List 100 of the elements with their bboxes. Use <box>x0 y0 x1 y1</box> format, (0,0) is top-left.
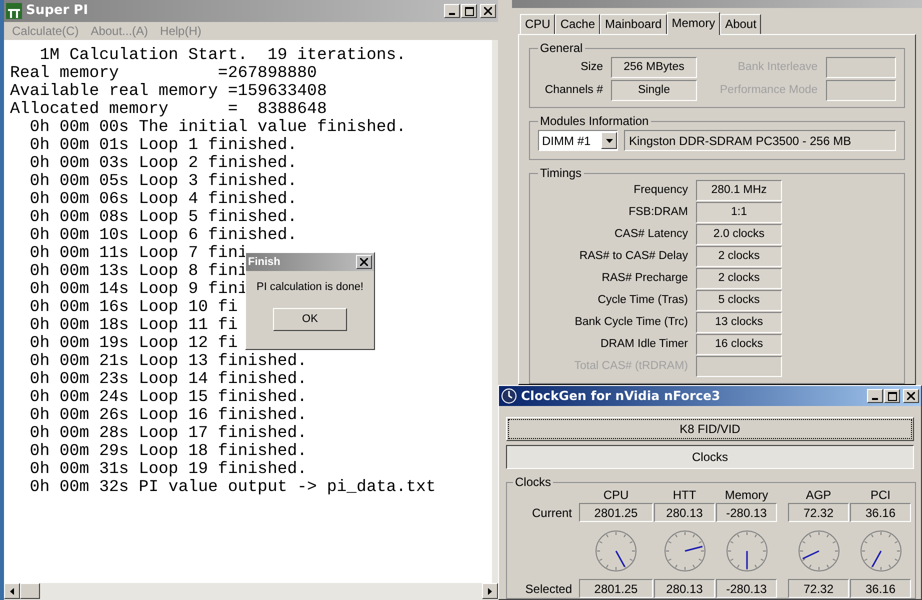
row-label: Selected <box>524 580 573 598</box>
scroll-thumb[interactable] <box>20 583 40 599</box>
horizontal-scrollbar[interactable] <box>4 583 498 600</box>
current-value: -280.13 <box>716 503 777 522</box>
value-field <box>826 57 896 78</box>
output-line: Allocated memory = 8388648 <box>10 100 327 118</box>
output-line: 0h 00m 23s Loop 14 finished. <box>28 370 308 388</box>
panel-button[interactable]: Clocks <box>506 445 914 469</box>
value-field <box>826 80 896 101</box>
output-line: 0h 00m 08s Loop 5 finished. <box>28 208 298 226</box>
slot-dropdown[interactable]: DIMM #1 <box>538 130 618 151</box>
current-value: 280.13 <box>654 503 715 522</box>
output-line: Available real memory =159633408 <box>10 82 327 100</box>
group-title: General <box>539 40 584 57</box>
selected-value: -280.13 <box>716 579 777 598</box>
close-icon <box>360 258 368 266</box>
field-label: DRAM Idle Timer <box>599 336 688 352</box>
selected-value: 280.13 <box>654 579 715 598</box>
group-title: Modules Information <box>539 113 650 130</box>
dial-drawing <box>662 528 706 572</box>
output-line: 0h 00m 00s The initial value finished. <box>28 118 406 136</box>
panel-button[interactable]: K8 FID/VID <box>506 417 914 441</box>
current-value: 36.16 <box>850 503 911 522</box>
maximize-button[interactable] <box>884 389 900 403</box>
selected-value: 2801.25 <box>579 579 653 598</box>
value-field: 16 clocks <box>696 334 782 355</box>
value-field: 1:1 <box>696 202 782 223</box>
tab[interactable]: CPU <box>520 14 556 34</box>
ok-button[interactable]: OK <box>273 308 347 330</box>
column-header: HTT <box>672 487 696 503</box>
column-header: Memory <box>724 487 768 503</box>
maximize-button[interactable] <box>461 4 477 18</box>
close-icon <box>907 392 915 400</box>
module-description: Kingston DDR-SDRAM PC3500 - 256 MB <box>624 130 896 151</box>
tab[interactable]: Mainboard <box>600 14 667 34</box>
column-header: PCI <box>870 487 890 503</box>
output-line: 0h 00m 11s Loop 7 fini <box>28 244 248 262</box>
output-line: 0h 00m 21s Loop 13 finished. <box>28 352 308 370</box>
minimize-button[interactable] <box>867 389 883 403</box>
value-field: 256 MBytes <box>611 57 697 78</box>
close-icon <box>484 7 492 15</box>
dial-drawing <box>858 528 902 572</box>
dialog-title: Finish <box>248 254 280 270</box>
output-line: 0h 00m 01s Loop 1 finished. <box>28 136 298 154</box>
output-line: 0h 00m 32s PI value output -> pi_data.txt <box>28 478 436 496</box>
output-line: 0h 00m 29s Loop 18 finished. <box>28 442 308 460</box>
output-line: 0h 00m 31s Loop 19 finished. <box>28 460 308 478</box>
window-title: ClockGen for nVidia nForce3 <box>521 386 720 405</box>
dialog-close-button[interactable] <box>356 255 372 269</box>
value-field: 280.1 MHz <box>696 180 782 201</box>
output-line: 0h 00m 16s Loop 10 fi <box>28 298 238 316</box>
maximize-icon <box>464 6 474 16</box>
output-line: 0h 00m 13s Loop 8 fini <box>28 262 248 280</box>
value-field: 2.0 clocks <box>696 224 782 245</box>
app-icon <box>6 3 22 19</box>
selected-value: 36.16 <box>850 579 911 598</box>
output-line: 0h 00m 10s Loop 6 finished. <box>28 226 298 244</box>
current-value: 2801.25 <box>579 503 653 522</box>
output-line: Real memory =267898880 <box>10 64 317 82</box>
window-title: Super PI <box>26 2 88 20</box>
output-line: 0h 00m 19s Loop 12 fi <box>28 334 238 352</box>
maximize-icon <box>888 392 896 400</box>
tab[interactable]: About <box>720 14 762 34</box>
output-line: 0h 00m 03s Loop 2 finished. <box>28 154 298 172</box>
output-line: 0h 00m 14s Loop 9 fini <box>28 280 248 298</box>
field-label: Size <box>580 60 603 75</box>
field-label: CAS# Latency <box>613 226 688 242</box>
value-field: 13 clocks <box>696 312 782 333</box>
value-field: 5 clocks <box>696 290 782 311</box>
output-line: 0h 00m 26s Loop 16 finished. <box>28 406 308 424</box>
clock-app-icon <box>501 388 517 404</box>
output-line: 0h 00m 24s Loop 15 finished. <box>28 388 308 406</box>
current-value: 72.32 <box>788 503 849 522</box>
field-label: Frequency <box>632 182 688 198</box>
group-title: Timings <box>539 165 583 182</box>
dialog-message: PI calculation is done! <box>255 280 364 295</box>
tab[interactable]: Memory <box>666 12 720 35</box>
close-button[interactable] <box>903 389 919 403</box>
column-header: AGP <box>806 487 832 503</box>
output-line: 1M Calculation Start. 19 iterations. <box>38 46 406 64</box>
value-field: 2 clocks <box>696 268 782 289</box>
output-line: 0h 00m 18s Loop 11 fi <box>28 316 238 334</box>
tab[interactable]: Cache <box>555 14 600 34</box>
right-arrow-icon <box>488 588 492 594</box>
column-header: CPU <box>603 487 629 503</box>
row-label: Current <box>530 504 573 522</box>
scroll-right-button[interactable] <box>482 583 498 599</box>
vertical-scrollbar[interactable] <box>492 40 498 583</box>
field-label: RAS# to CAS# Delay <box>578 248 688 264</box>
left-arrow-icon <box>10 588 14 594</box>
scroll-left-button[interactable] <box>4 583 20 599</box>
dropdown-arrow-icon <box>606 138 612 142</box>
minimize-button[interactable] <box>444 4 460 18</box>
close-button[interactable] <box>480 4 496 18</box>
value-field: Single <box>611 80 697 101</box>
field-label: Cycle Time (Tras) <box>596 292 688 308</box>
dial-drawing <box>594 528 638 572</box>
dial-drawing <box>796 528 840 572</box>
field-label: Channels # <box>544 82 603 98</box>
dial-drawing <box>724 528 768 572</box>
